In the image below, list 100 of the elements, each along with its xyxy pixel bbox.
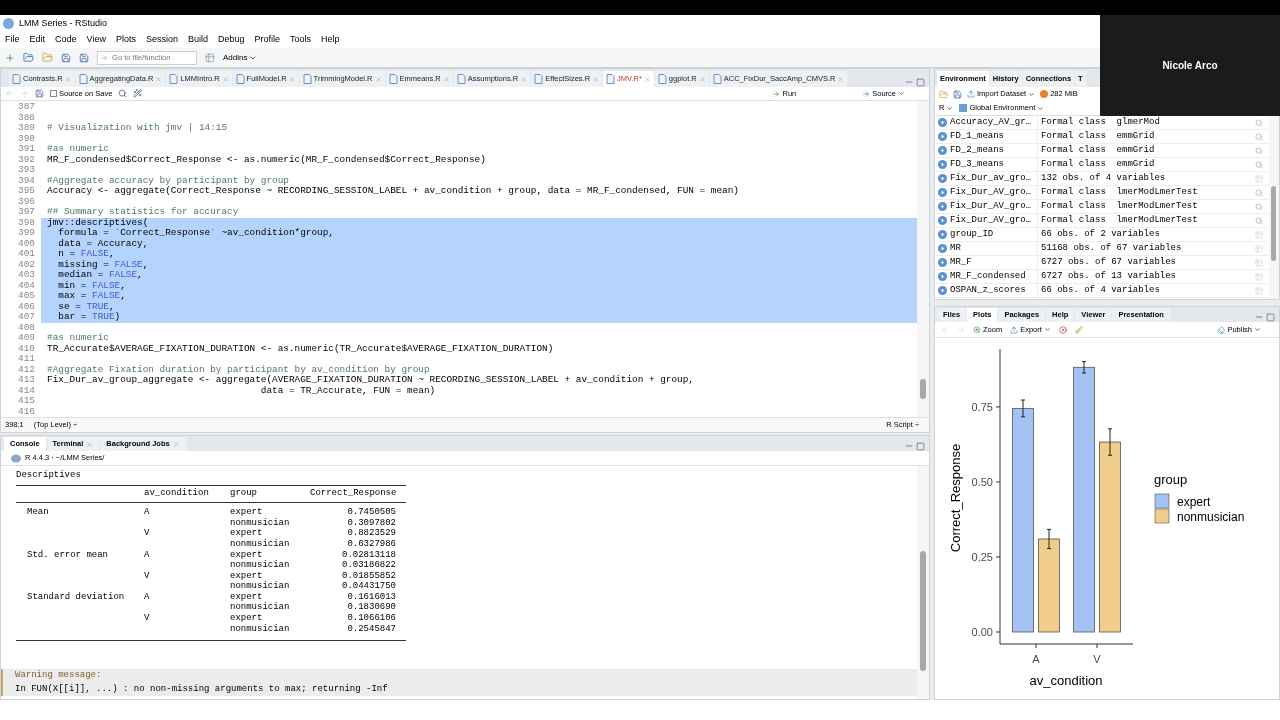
code-line: TR_Accurate$AVERAGE_FIXATION_DURATION <- as.numeric(TR_Accurate$AVERAGE_FIXATION_DURATION) [47, 341, 554, 356]
table-cell: nonmusician [230, 538, 290, 549]
variable-value: Formal class glmerMod [1040, 116, 1161, 129]
code-line: min = FALSE, [57, 278, 126, 292]
legend-label: nonmusician [1177, 510, 1245, 524]
table-cell: nonmusician [230, 602, 290, 613]
addins-button[interactable]: Addins [223, 51, 258, 64]
table-cell: 0.6327986 [347, 538, 396, 549]
column-header: Correct_Response [310, 488, 396, 499]
menu-item[interactable]: Help [321, 33, 340, 47]
variable-name[interactable]: MR [950, 241, 961, 256]
menu-item[interactable]: Code [55, 33, 77, 47]
menu-item[interactable]: File [5, 33, 20, 47]
code-line: jmv::descriptives( [47, 216, 149, 228]
table-cell: nonmusician [230, 560, 290, 571]
table-cell: V [144, 528, 150, 539]
code-line: missing = FALSE, [57, 258, 149, 270]
code-line: median = FALSE, [57, 269, 143, 281]
warning-text: In FUN(X[[i]], ...) : no non-missing arguments to max; returning -Inf [15, 682, 389, 696]
y-tick-label: 0.50 [971, 475, 993, 488]
table-cell: expert [230, 549, 263, 560]
table-cell: nonmusician [230, 581, 290, 592]
variable-value: Formal class emmGrid [1040, 157, 1156, 171]
x-tick-label: A [1032, 653, 1040, 665]
y-tick-label: 0.00 [971, 626, 993, 638]
variable-name[interactable]: OSPAN_z_scores [950, 283, 1026, 298]
y-tick-label: 0.75 [971, 400, 993, 413]
menu-item[interactable]: Session [145, 33, 178, 47]
variable-value: 132 obs. of 4 variables [1040, 171, 1167, 185]
table-cell: nonmusician [230, 517, 290, 528]
table-cell: V [144, 570, 150, 581]
column-header: group [230, 488, 258, 499]
legend-title: group [1154, 472, 1188, 487]
output-title: Descriptives [16, 470, 82, 481]
table-cell: A [144, 549, 150, 560]
table-cell: expert [230, 528, 263, 539]
variable-value: 6727 obs. of 67 variables [1040, 255, 1178, 269]
table-cell: expert [230, 591, 263, 602]
variable-name[interactable]: MR_F [950, 255, 972, 270]
table-cell: Mean [27, 507, 49, 518]
code-line: formula = `Correct_Response` ~av_condition*group, [57, 227, 334, 239]
table-cell: 0.7450505 [347, 507, 396, 518]
variable-name[interactable]: FD_1_means [950, 129, 1004, 144]
menu-item[interactable]: View [86, 33, 106, 47]
y-tick-label: 0.25 [971, 550, 993, 563]
code-comment: #Aggregate Fixation duration by participant by av_condition by group [47, 362, 430, 375]
code-line: MR_F_condensed$Correct_Response <- as.numeric(MR_F_condensed$Correct_Response) [47, 152, 486, 167]
variable-value: 6727 obs. of 13 variables [1040, 269, 1178, 283]
variable-name[interactable]: Fix_Dur_AV_gro… [950, 185, 1031, 200]
variable-name[interactable]: Fix_Dur_av_gro… [950, 171, 1031, 186]
table-cell: A [144, 507, 150, 518]
table-cell: 0.1616013 [347, 591, 396, 602]
table-cell: 0.1830690 [347, 602, 396, 613]
table-cell: expert [230, 570, 263, 581]
table-cell: 0.03186822 [342, 560, 396, 571]
variable-value: 66 obs. of 2 variables [1040, 227, 1161, 241]
table-cell: V [144, 613, 150, 624]
x-tick-label: V [1093, 653, 1101, 665]
variable-name[interactable]: FD_3_means [950, 157, 1004, 172]
code-line: data = TR_Accurate, FUN = mean) [259, 384, 436, 398]
table-cell: 0.8823529 [347, 528, 396, 539]
table-cell: 0.3097802 [347, 517, 396, 528]
table-cell: nonmusician [230, 623, 290, 634]
variable-name[interactable]: Accuracy_AV_gr… [950, 116, 1031, 130]
variable-value: 51168 obs. of 67 variables [1040, 241, 1183, 255]
menu-item[interactable]: Debug [217, 33, 245, 47]
menu-item[interactable]: Profile [254, 33, 280, 47]
code-comment: #Aggregate accuracy by participant by group [47, 173, 289, 186]
variable-name[interactable]: Fix_Dur_AV_gro… [950, 199, 1031, 214]
table-cell: Standard deviation [27, 591, 125, 602]
menu-item[interactable]: Edit [29, 33, 46, 47]
table-cell: expert [230, 507, 263, 518]
table-cell: 0.02813118 [342, 549, 396, 560]
table-cell: 0.01855852 [342, 570, 396, 581]
table-cell: 0.1066106 [347, 613, 396, 624]
table-cell: expert [230, 613, 263, 624]
legend-label: expert [1177, 495, 1211, 509]
variable-value: Formal class lmerModLmerTest [1040, 213, 1199, 227]
menu-item[interactable]: Plots [115, 33, 136, 47]
code-line: bar = TRUE) [57, 311, 121, 325]
variable-value: 66 obs. of 4 variables [1040, 283, 1161, 297]
menu-item[interactable]: Build [187, 33, 208, 47]
variable-name[interactable]: Fix_Dur_AV_gro… [950, 213, 1031, 228]
code-line: data = Accuracy, [57, 237, 149, 250]
x-axis-title: av_condition [1029, 673, 1103, 688]
code-line: Accuracy <- aggregate(Correct_Response ~ RECORDING_SESSION_LABEL + av_condition + group, data = MR_F_condensed, FUN = mean) [47, 185, 739, 199]
code-comment: # Visualization with jmv | 14:15 [47, 121, 228, 136]
warning-title: Warning message: [15, 669, 103, 682]
variable-value: Formal class emmGrid [1040, 143, 1156, 157]
column-header: av_condition [144, 488, 210, 499]
y-axis-title: Correct_Response [948, 443, 963, 553]
variable-value: Formal class lmerModLmerTest [1040, 199, 1199, 213]
menu-item[interactable]: Tools [290, 33, 312, 47]
variable-value: Formal class emmGrid [1040, 129, 1156, 143]
participant-name: Nicole Arco [1162, 59, 1218, 73]
variable-name[interactable]: MR_F_condensed [950, 269, 1026, 284]
variable-name[interactable]: FD_2_means [950, 143, 1004, 158]
variable-name[interactable]: group_ID [950, 227, 994, 242]
table-cell: 0.04431750 [342, 581, 396, 592]
code-comment: ## Summary statistics for accuracy [47, 205, 239, 218]
